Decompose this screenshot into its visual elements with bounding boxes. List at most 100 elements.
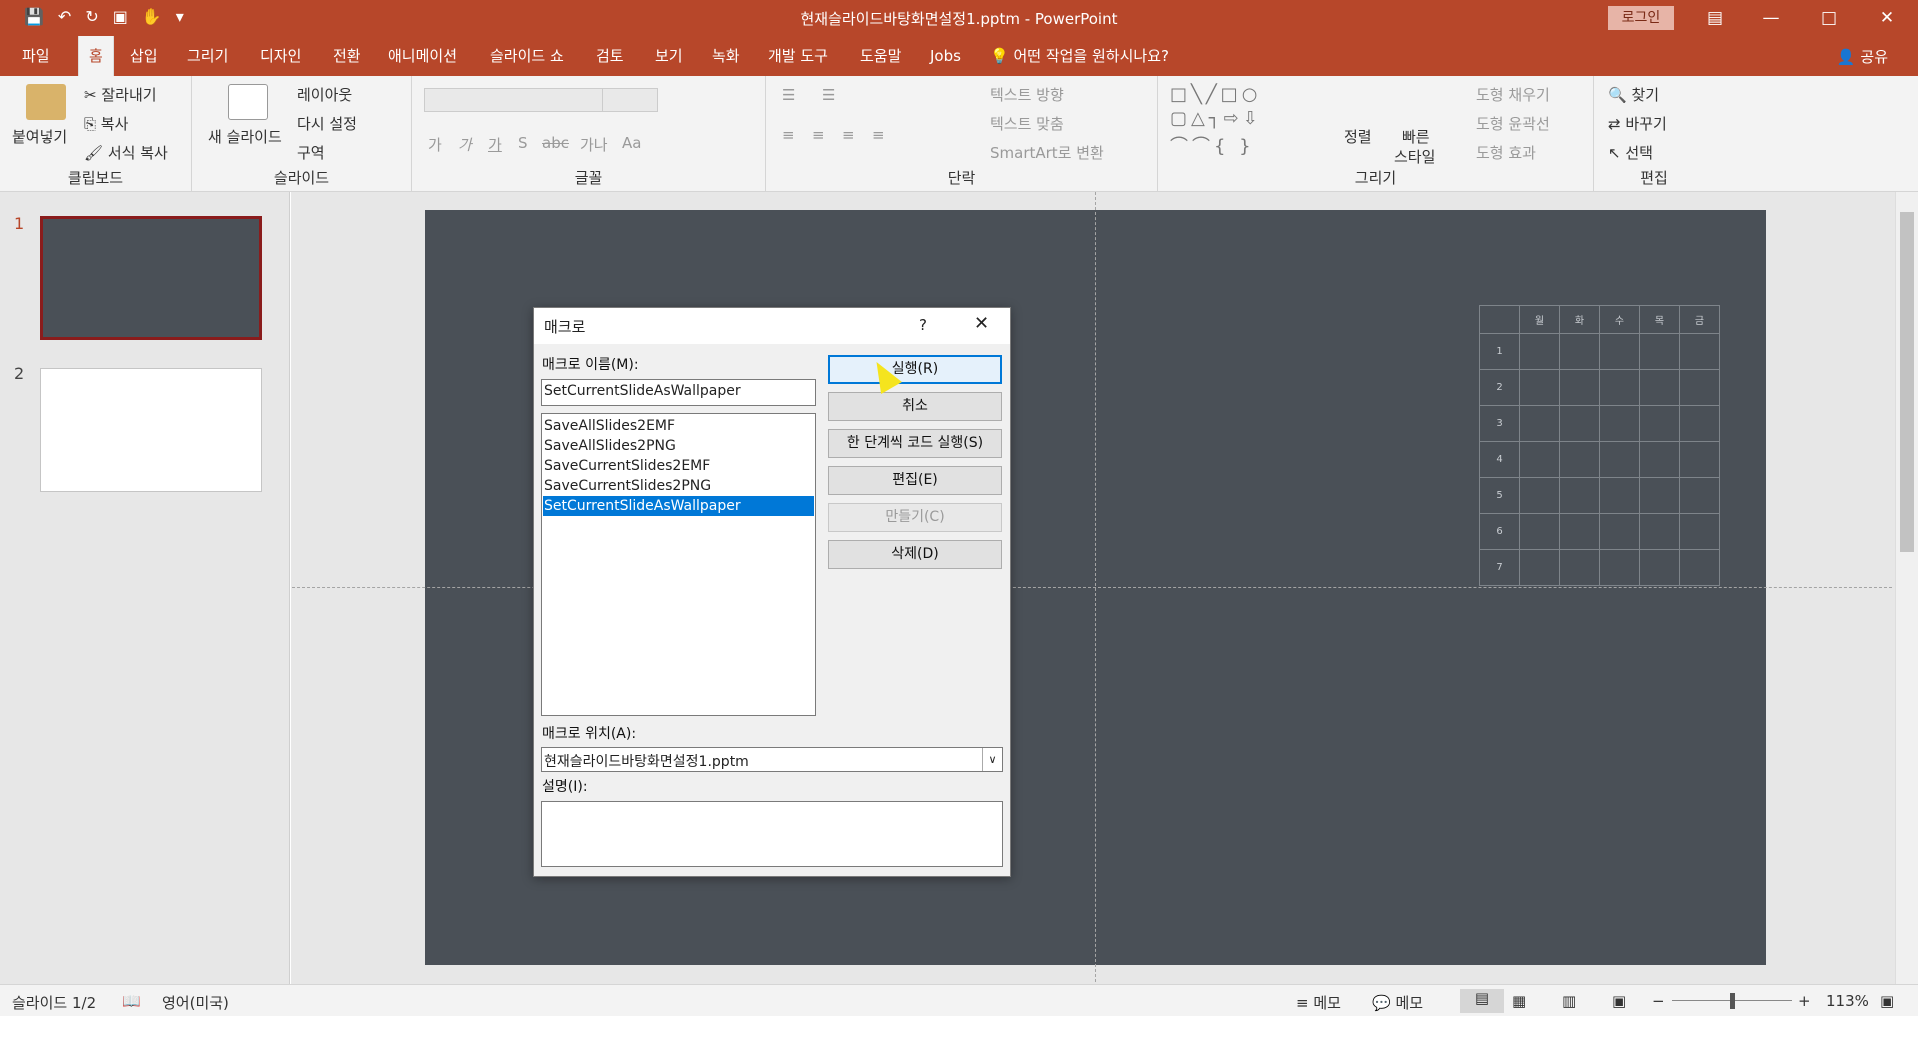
text-direction-button[interactable]: 텍스트 방향 bbox=[990, 84, 1064, 105]
new-slide-button[interactable]: 새 슬라이드 bbox=[208, 126, 282, 147]
section-button[interactable]: 구역 bbox=[297, 142, 325, 163]
tab-view[interactable]: 보기 bbox=[645, 36, 693, 76]
reading-view-icon[interactable]: ▥ bbox=[1562, 992, 1576, 1010]
close-icon[interactable]: ✕ bbox=[1864, 4, 1910, 32]
tab-developer[interactable]: 개발 도구 bbox=[758, 36, 838, 76]
bullets-icon[interactable]: ☰ bbox=[782, 86, 795, 104]
macro-list[interactable]: SaveAllSlides2EMF SaveAllSlides2PNG Save… bbox=[541, 413, 816, 716]
align-center-icon[interactable]: ≡ bbox=[812, 126, 825, 144]
spacing-button[interactable]: 가나 bbox=[580, 134, 608, 155]
shape-effects-button[interactable]: 도형 효과 bbox=[1476, 142, 1536, 163]
help-button[interactable]: ? bbox=[919, 316, 927, 334]
macro-location-select[interactable]: 현재슬라이드바탕화면설정1.pptm ∨ bbox=[541, 747, 1003, 772]
slideshow-view-icon[interactable]: ▣ bbox=[1612, 992, 1626, 1010]
shape-outline-button[interactable]: 도형 윤곽선 bbox=[1476, 113, 1550, 134]
zoom-in-icon[interactable]: + bbox=[1798, 992, 1811, 1010]
chevron-down-icon[interactable]: ∨ bbox=[982, 748, 1002, 771]
font-size-select[interactable] bbox=[602, 88, 658, 112]
tab-file[interactable]: 파일 bbox=[12, 36, 60, 76]
shape-fill-button[interactable]: 도형 채우기 bbox=[1476, 84, 1550, 105]
tab-record[interactable]: 녹화 bbox=[702, 36, 750, 76]
shapes-gallery-row3[interactable]: ⌒⌒{ } bbox=[1170, 132, 1255, 158]
cut-button[interactable]: ✂ 잘라내기 bbox=[84, 84, 157, 105]
macro-name-input[interactable]: SetCurrentSlideAsWallpaper bbox=[541, 379, 816, 406]
login-button[interactable]: 로그인 bbox=[1608, 6, 1674, 30]
table-cell bbox=[1679, 477, 1720, 514]
zoom-level[interactable]: 113% bbox=[1826, 992, 1869, 1010]
language-indicator[interactable]: 영어(미국) bbox=[162, 992, 229, 1013]
tab-draw[interactable]: 그리기 bbox=[177, 36, 238, 76]
edit-button[interactable]: 편집(E) bbox=[828, 466, 1002, 495]
shapes-gallery[interactable]: □╲╱□○ bbox=[1170, 84, 1261, 105]
slide-thumbnail-2[interactable] bbox=[40, 368, 262, 492]
minimize-icon[interactable]: — bbox=[1748, 4, 1794, 32]
arrange-button[interactable]: 정렬 bbox=[1344, 126, 1372, 147]
shapes-gallery-row2[interactable]: ▢△┐⇨⇩ bbox=[1170, 108, 1262, 129]
macro-list-item[interactable]: SaveCurrentSlides2PNG bbox=[543, 476, 814, 496]
quick-styles-button[interactable]: 빠른 bbox=[1402, 126, 1430, 147]
tab-insert[interactable]: 삽입 bbox=[120, 36, 168, 76]
tab-help[interactable]: 도움말 bbox=[850, 36, 911, 76]
horizontal-guide[interactable] bbox=[292, 587, 1892, 588]
find-button[interactable]: 🔍 찾기 bbox=[1608, 84, 1659, 105]
delete-button[interactable]: 삭제(D) bbox=[828, 540, 1002, 569]
notes-label: 메모 bbox=[1313, 994, 1341, 1012]
tab-design[interactable]: 디자인 bbox=[250, 36, 311, 76]
create-button[interactable]: 만들기(C) bbox=[828, 503, 1002, 532]
paste-button[interactable]: 붙여넣기 bbox=[12, 126, 67, 147]
align-text-button[interactable]: 텍스트 맞춤 bbox=[990, 113, 1064, 134]
ribbon-display-icon[interactable]: ▤ bbox=[1692, 4, 1738, 32]
description-field[interactable] bbox=[541, 801, 1003, 867]
replace-button[interactable]: ⇄ 바꾸기 bbox=[1608, 113, 1667, 134]
tab-transitions[interactable]: 전환 bbox=[323, 36, 371, 76]
fit-slide-icon[interactable]: ▣ bbox=[1880, 992, 1894, 1010]
align-left-icon[interactable]: ≡ bbox=[782, 126, 795, 144]
macro-list-item-selected[interactable]: SetCurrentSlideAsWallpaper bbox=[543, 496, 814, 516]
slide-sorter-icon[interactable]: ▦ bbox=[1512, 992, 1526, 1010]
macro-list-item[interactable]: SaveAllSlides2PNG bbox=[543, 436, 814, 456]
vertical-guide[interactable] bbox=[1095, 192, 1096, 982]
smartart-button[interactable]: SmartArt로 변환 bbox=[990, 142, 1104, 163]
copy-button[interactable]: ⎘ 복사 bbox=[84, 113, 128, 134]
vertical-scrollbar[interactable] bbox=[1895, 192, 1918, 984]
spellcheck-icon[interactable]: 📖 bbox=[122, 992, 141, 1010]
macro-list-item[interactable]: SaveAllSlides2EMF bbox=[543, 416, 814, 436]
underline-button[interactable]: 가 bbox=[488, 134, 502, 155]
tab-home[interactable]: 홈 bbox=[78, 36, 114, 76]
share-button[interactable]: 👤 공유 bbox=[1837, 46, 1888, 67]
table-row-header: 5 bbox=[1479, 477, 1520, 514]
maximize-icon[interactable]: □ bbox=[1806, 4, 1852, 32]
justify-icon[interactable]: ≡ bbox=[872, 126, 885, 144]
format-painter-button[interactable]: 🖌 서식 복사 bbox=[84, 142, 168, 163]
slide-thumbnail-1[interactable] bbox=[40, 216, 262, 340]
font-name-select[interactable] bbox=[424, 88, 604, 112]
tell-me[interactable]: 💡 어떤 작업을 원하시나요? bbox=[980, 36, 1179, 76]
reset-button[interactable]: 다시 설정 bbox=[297, 113, 357, 134]
scrollbar-thumb[interactable] bbox=[1900, 212, 1914, 552]
dialog-close-icon[interactable]: ✕ bbox=[974, 313, 989, 334]
schedule-table[interactable]: 월 화 수 목 금 1 2 3 4 5 6 7 bbox=[1479, 305, 1720, 586]
layout-button[interactable]: 레이아웃 bbox=[297, 84, 352, 105]
notes-button[interactable]: ≡ 메모 bbox=[1296, 992, 1341, 1013]
tab-jobs[interactable]: Jobs bbox=[920, 36, 971, 76]
macro-list-item[interactable]: SaveCurrentSlides2EMF bbox=[543, 456, 814, 476]
italic-button[interactable]: 가 bbox=[458, 134, 472, 155]
numbering-icon[interactable]: ☰ bbox=[822, 86, 835, 104]
run-button[interactable]: 실행(R) bbox=[828, 355, 1002, 384]
comments-button[interactable]: 💬 메모 bbox=[1372, 992, 1423, 1013]
normal-view-icon[interactable]: ▤ bbox=[1460, 989, 1504, 1013]
select-button[interactable]: ↖ 선택 bbox=[1608, 142, 1653, 163]
tab-animations[interactable]: 애니메이션 bbox=[378, 36, 467, 76]
cancel-button[interactable]: 취소 bbox=[828, 392, 1002, 421]
align-right-icon[interactable]: ≡ bbox=[842, 126, 855, 144]
step-into-button[interactable]: 한 단계씩 코드 실행(S) bbox=[828, 429, 1002, 458]
case-button[interactable]: Aa bbox=[622, 134, 641, 152]
cut-label: 잘라내기 bbox=[101, 86, 157, 104]
zoom-slider-thumb[interactable] bbox=[1730, 993, 1735, 1009]
zoom-out-icon[interactable]: − bbox=[1652, 992, 1665, 1010]
shadow-button[interactable]: S bbox=[518, 134, 528, 152]
tab-slideshow[interactable]: 슬라이드 쇼 bbox=[480, 36, 574, 76]
tab-review[interactable]: 검토 bbox=[586, 36, 634, 76]
bold-button[interactable]: 가 bbox=[428, 134, 442, 155]
strike-button[interactable]: abc bbox=[542, 134, 569, 152]
